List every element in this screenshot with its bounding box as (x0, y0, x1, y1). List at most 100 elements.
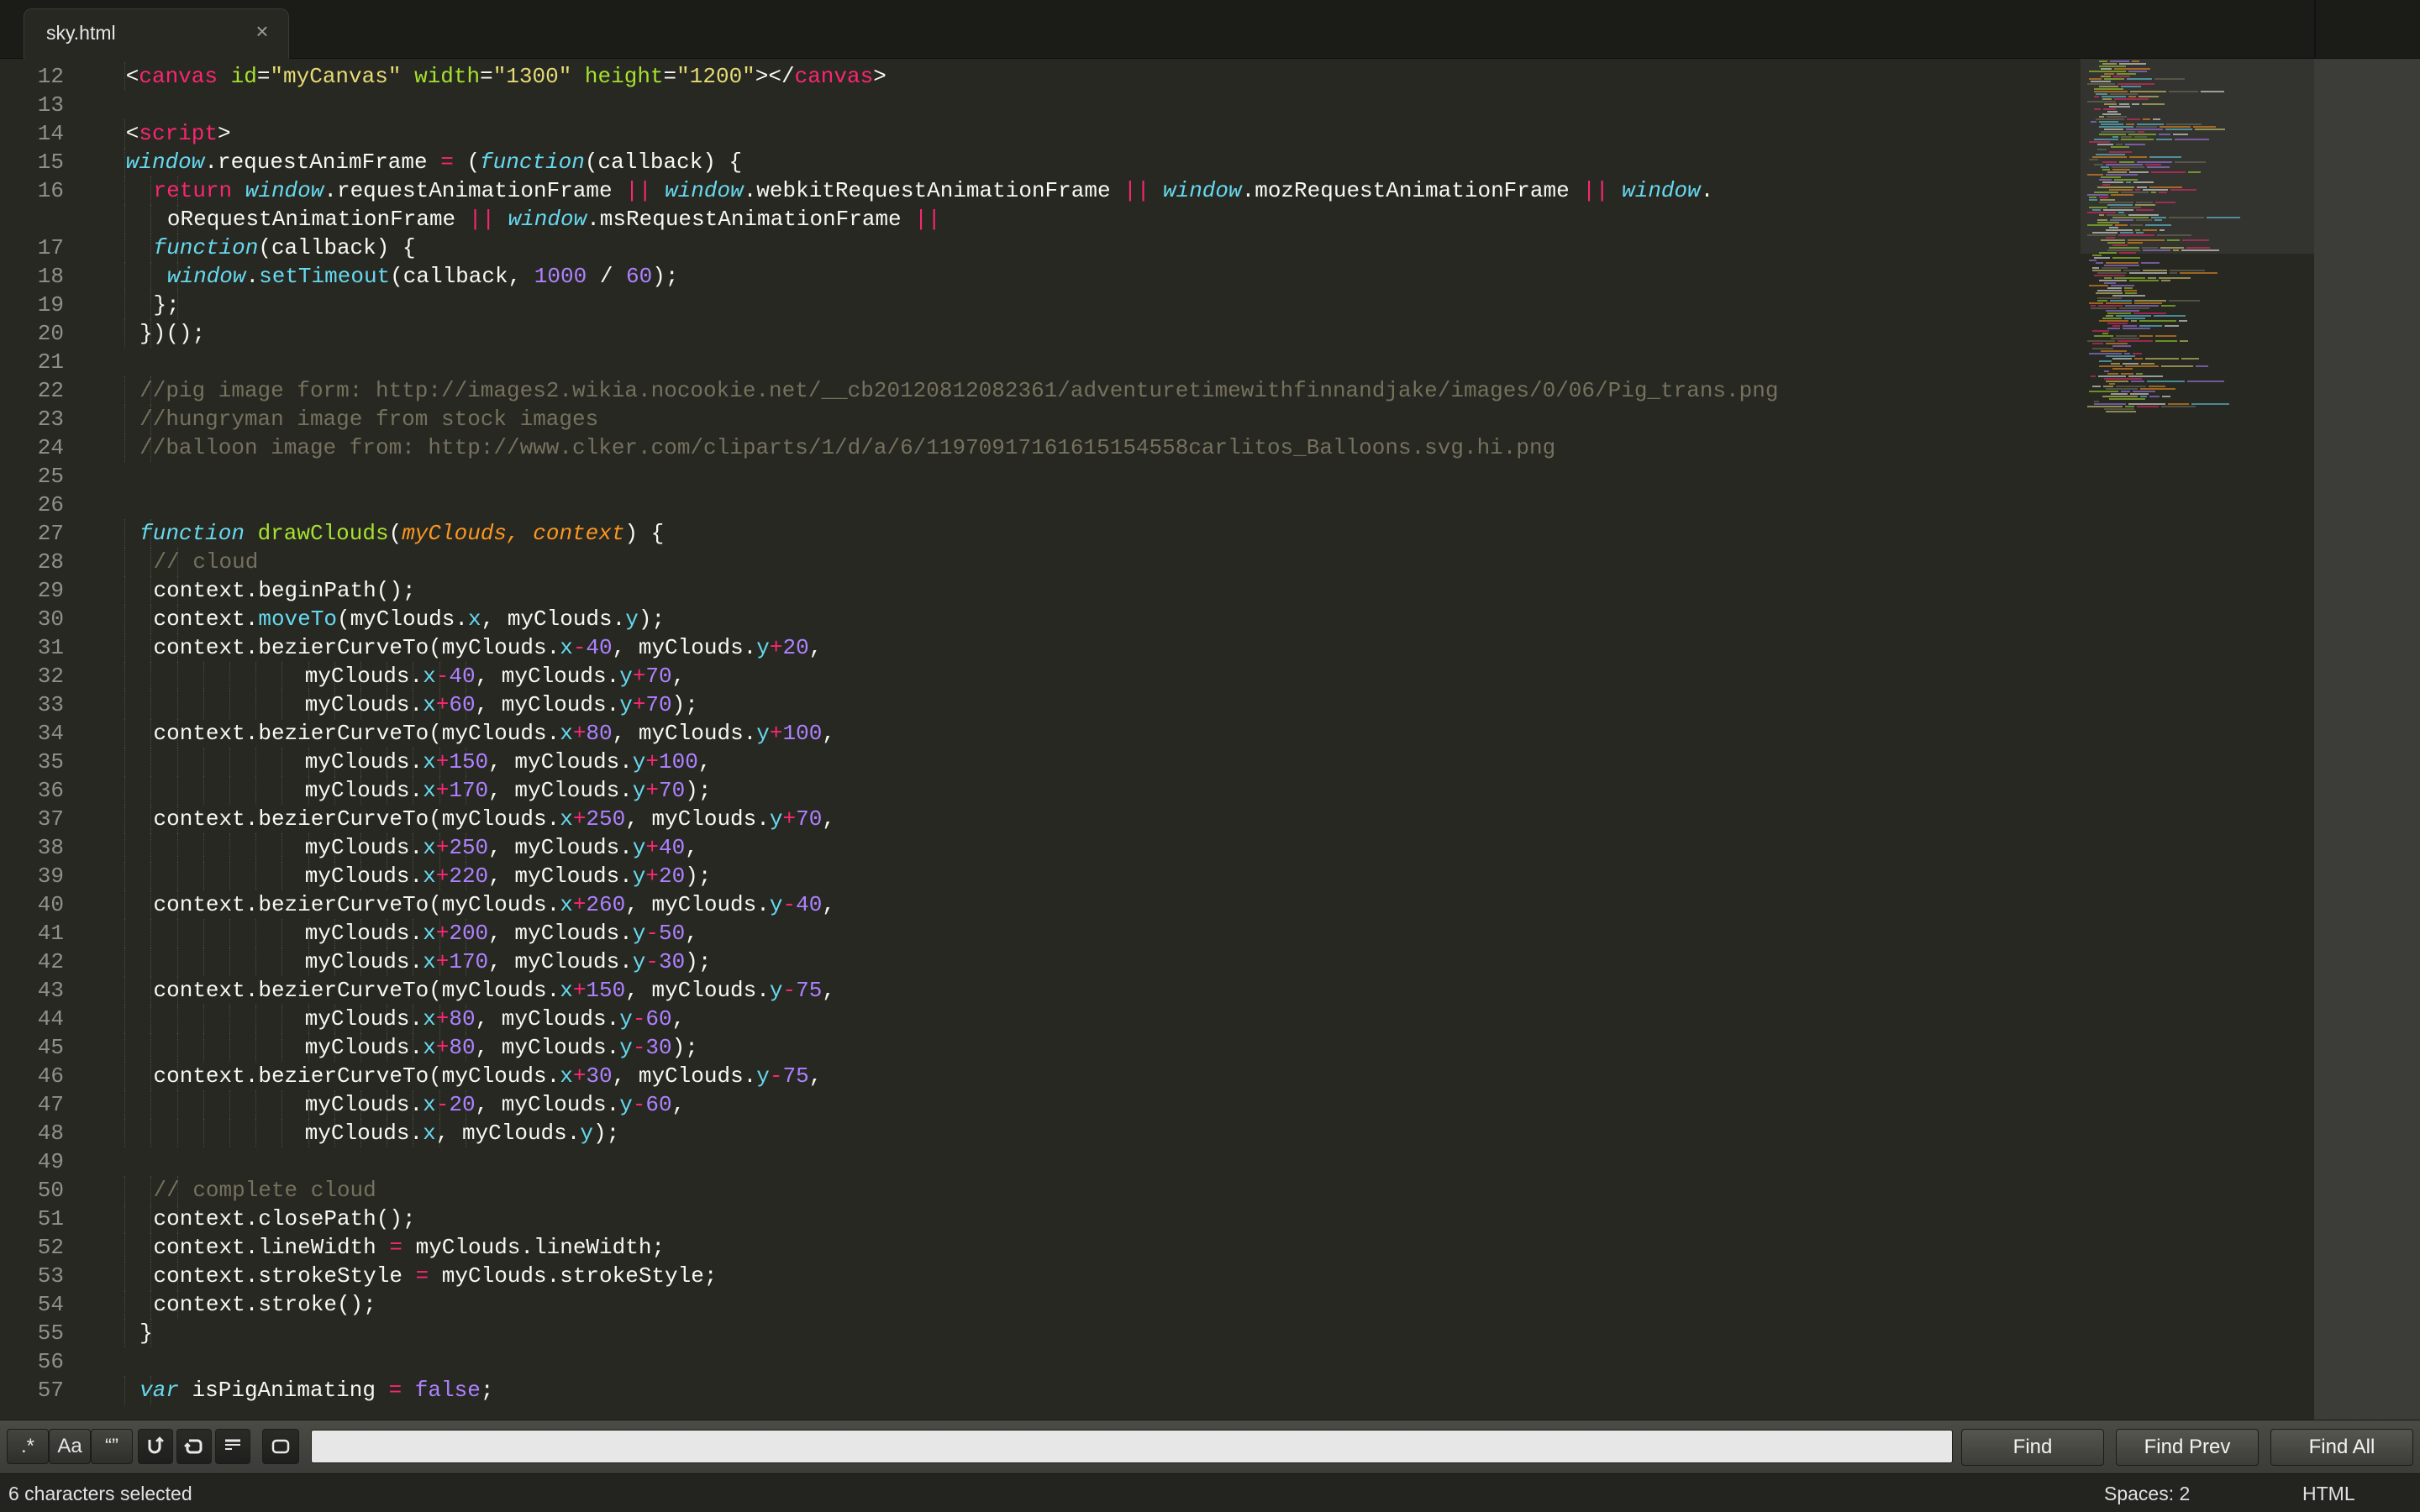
code-line[interactable]: myClouds.x+220, myClouds.y+20); (305, 862, 712, 890)
code-line[interactable]: context.bezierCurveTo(myClouds.x+260, my… (154, 890, 835, 919)
code-line[interactable]: return window.requestAnimationFrame || w… (154, 176, 1714, 205)
code-line[interactable]: } (139, 1319, 153, 1347)
code-token: ) { (624, 521, 665, 546)
code-line[interactable]: myClouds.x+60, myClouds.y+70); (305, 690, 698, 719)
code-line[interactable]: //pig image form: http://images2.wikia.n… (139, 376, 1778, 405)
indent-guide (150, 205, 152, 234)
minimap-stroke (2106, 343, 2128, 344)
regex-toggle[interactable]: .* (7, 1429, 49, 1464)
code-line[interactable]: function drawClouds(myClouds, context) { (139, 519, 664, 548)
indent-guide (203, 1005, 204, 1033)
code-line[interactable]: window.setTimeout(callback, 1000 / 60); (167, 262, 679, 291)
code-token: - (572, 635, 587, 660)
code-line[interactable]: context.beginPath(); (154, 576, 416, 605)
minimap-stroke (2099, 116, 2104, 118)
minimap-stroke (2162, 396, 2170, 397)
code-line[interactable]: context.bezierCurveTo(myClouds.x-40, myC… (154, 633, 823, 662)
wrap-toggle[interactable] (176, 1429, 212, 1464)
indentation-setting[interactable]: Spaces: 2 (2104, 1483, 2190, 1505)
code-line[interactable]: function(callback) { (154, 234, 416, 262)
code-token: 70 (659, 778, 686, 803)
code-line[interactable]: context.bezierCurveTo(myClouds.x+30, myC… (154, 1062, 823, 1090)
code-line[interactable]: context.lineWidth = myClouds.lineWidth; (154, 1233, 666, 1262)
code-token: myClouds (402, 521, 508, 546)
code-line[interactable]: myClouds.x-20, myClouds.y-60, (305, 1090, 686, 1119)
code-line[interactable]: var isPigAnimating = false; (139, 1376, 493, 1404)
code-token: myClouds. (304, 1006, 424, 1032)
code-line[interactable]: context.strokeStyle = myClouds.strokeSty… (154, 1262, 718, 1290)
code-line[interactable]: <script> (126, 119, 231, 148)
code-area[interactable]: <canvas id="myCanvas" width="1300" heigh… (0, 59, 2314, 1420)
code-token: myClouds. (304, 835, 424, 860)
minimap-stroke (2112, 358, 2132, 360)
code-line[interactable]: myClouds.x+200, myClouds.y-50, (305, 919, 698, 948)
close-icon[interactable]: × (251, 20, 273, 42)
minimap[interactable] (2081, 59, 2314, 1420)
code-line[interactable]: oRequestAnimationFrame || window.msReque… (167, 205, 941, 234)
code-line[interactable]: window.requestAnimFrame = (function(call… (126, 148, 742, 176)
code-line[interactable]: context.closePath(); (154, 1205, 416, 1233)
code-token: + (769, 721, 783, 746)
indent-guide (203, 748, 204, 776)
find-all-button[interactable]: Find All (2270, 1429, 2413, 1466)
code-line[interactable]: })(); (139, 319, 205, 348)
code-line[interactable]: <canvas id="myCanvas" width="1300" heigh… (126, 62, 886, 91)
code-line[interactable]: context.bezierCurveTo(myClouds.x+80, myC… (154, 719, 835, 748)
case-sensitive-toggle[interactable]: Aa (49, 1429, 91, 1464)
code-line[interactable]: myClouds.x+80, myClouds.y-60, (305, 1005, 686, 1033)
highlight-matches-toggle[interactable] (262, 1429, 299, 1464)
minimap-stroke (2127, 118, 2140, 120)
code-token: , (685, 921, 698, 946)
minimap-stroke (2154, 78, 2185, 80)
find-input[interactable] (311, 1430, 1953, 1463)
minimap-stroke (2112, 169, 2130, 171)
code-token: context.lineWidth (153, 1235, 390, 1260)
in-selection-toggle[interactable] (215, 1429, 250, 1464)
code-line[interactable]: myClouds.x+250, myClouds.y+40, (305, 833, 698, 862)
code-token: 250 (449, 835, 489, 860)
code-line[interactable]: //balloon image from: http://www.clker.c… (139, 433, 1555, 462)
code-token: , myClouds. (488, 921, 633, 946)
minimap-stroke (2119, 103, 2129, 105)
minimap-stroke (2097, 222, 2119, 223)
code-token: 75 (796, 978, 823, 1003)
code-token: 50 (659, 921, 686, 946)
code-line[interactable]: // complete cloud (154, 1176, 376, 1205)
minimap-stroke (2099, 280, 2127, 281)
minimap-stroke (2092, 343, 2103, 344)
find-prev-button[interactable]: Find Prev (2116, 1429, 2259, 1466)
code-line[interactable]: context.bezierCurveTo(myClouds.x+250, my… (154, 805, 835, 833)
indent-guide (176, 919, 178, 948)
find-button[interactable]: Find (1961, 1429, 2104, 1466)
code-line[interactable]: myClouds.x+170, myClouds.y+70); (305, 776, 712, 805)
indent-guide (176, 1090, 178, 1119)
indent-guide (124, 976, 126, 1005)
code-line[interactable]: // cloud (154, 548, 259, 576)
code-line[interactable]: context.stroke(); (154, 1290, 376, 1319)
minimap-stroke (2124, 318, 2145, 319)
code-line[interactable]: context.bezierCurveTo(myClouds.x+150, my… (154, 976, 835, 1005)
indent-guide (124, 890, 126, 919)
reverse-direction-toggle[interactable] (138, 1429, 173, 1464)
code-line[interactable]: myClouds.x+80, myClouds.y-30); (305, 1033, 698, 1062)
whole-word-toggle[interactable]: “” (91, 1429, 133, 1464)
code-line[interactable]: myClouds.x, myClouds.y); (305, 1119, 620, 1147)
code-line[interactable]: }; (154, 291, 180, 319)
code-editor[interactable]: 12 13 14 15 16 17 18 19 20 21 22 23 24 25 26 27 28 29 30 31… (0, 59, 2314, 1420)
minimap-stroke (2111, 393, 2128, 395)
code-line[interactable]: myClouds.x+170, myClouds.y-30); (305, 948, 712, 976)
code-line[interactable]: myClouds.x-40, myClouds.y+70, (305, 662, 686, 690)
indent-guide (124, 662, 126, 690)
indent-guide (150, 748, 152, 776)
minimap-stroke (2168, 403, 2189, 405)
code-line[interactable]: //hungryman image from stock images (139, 405, 598, 433)
tab-sky-html[interactable]: sky.html × (24, 8, 289, 59)
code-line[interactable]: myClouds.x+150, myClouds.y+100, (305, 748, 712, 776)
code-line[interactable]: context.moveTo(myClouds.x, myClouds.y); (154, 605, 666, 633)
syntax-selector[interactable]: HTML (2302, 1483, 2355, 1505)
indent-guide (150, 234, 152, 262)
code-token: > (217, 121, 231, 146)
minimap-stroke (2097, 300, 2107, 302)
